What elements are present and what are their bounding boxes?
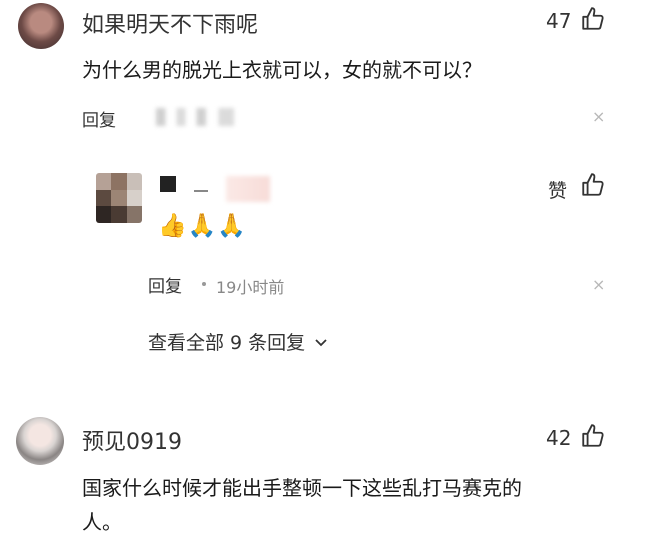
close-icon[interactable]: × (592, 277, 605, 293)
comment-username[interactable]: 预见0919 (82, 424, 182, 456)
view-all-replies[interactable]: 查看全部 9 条回复 (148, 328, 329, 355)
thumbs-up-icon[interactable] (580, 172, 606, 198)
thumbs-up-icon[interactable] (580, 6, 606, 32)
reply-username[interactable] (160, 176, 272, 202)
comment-text-continued: 人。 (82, 510, 122, 534)
separator-dot (202, 282, 206, 286)
comment-time (156, 108, 234, 126)
reply-emoji: 👍🙏🙏 (158, 213, 247, 239)
close-icon[interactable]: × (592, 109, 605, 125)
chevron-down-icon (313, 333, 329, 355)
thumbs-up-icon[interactable] (580, 423, 606, 449)
reply-button[interactable]: 回复 (82, 106, 116, 131)
reply-button[interactable]: 回复 (148, 272, 182, 297)
view-all-replies-label: 查看全部 9 条回复 (148, 332, 306, 354)
like-label: 赞 (548, 180, 568, 202)
like-count: 42 (546, 426, 572, 450)
avatar[interactable] (16, 417, 64, 465)
avatar[interactable] (18, 3, 64, 49)
reply-time: 19小时前 (216, 278, 285, 297)
reply-avatar[interactable] (96, 173, 142, 223)
comment-text: 为什么男的脱光上衣就可以，女的就不可以？ (82, 58, 482, 82)
like-count: 47 (546, 9, 572, 33)
comment-username[interactable]: 如果明天不下雨呢 (82, 7, 258, 39)
comment-text: 国家什么时候才能出手整顿一下这些乱打马赛克的 (82, 476, 522, 500)
